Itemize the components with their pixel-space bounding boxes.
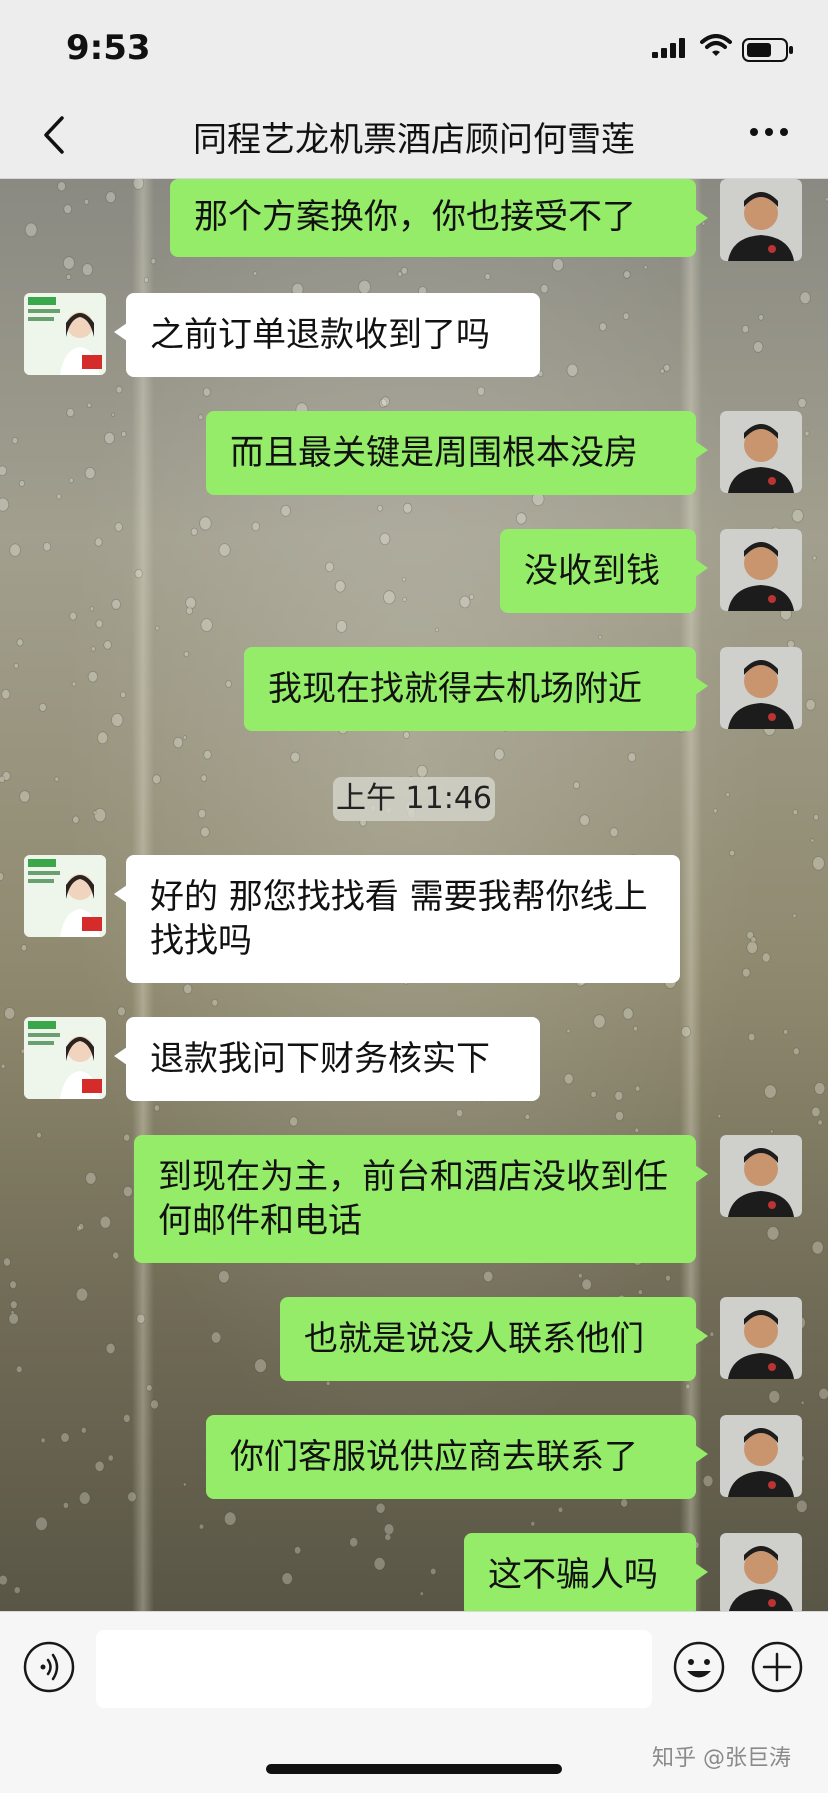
chat-area[interactable]: 那个方案换你，你也接受不了 之前订单退款收到了吗 而且最关键是周围根本没房 没收… bbox=[0, 179, 828, 1611]
message-bubble[interactable]: 之前订单退款收到了吗 bbox=[114, 293, 540, 377]
avatar-me[interactable] bbox=[720, 1533, 802, 1611]
back-chevron-icon[interactable] bbox=[36, 110, 76, 160]
avatar-me[interactable] bbox=[720, 411, 802, 493]
message-bubble[interactable]: 这不骗人吗 bbox=[464, 1533, 708, 1611]
avatar-me[interactable] bbox=[720, 647, 802, 729]
message-bubble[interactable]: 你们客服说供应商去联系了 bbox=[206, 1415, 708, 1499]
avatar-them[interactable] bbox=[24, 855, 106, 937]
avatar-me[interactable] bbox=[720, 1135, 802, 1217]
more-dots-icon[interactable] bbox=[744, 112, 794, 152]
avatar-them[interactable] bbox=[24, 1017, 106, 1099]
emoji-icon[interactable] bbox=[672, 1640, 726, 1694]
wifi-icon bbox=[700, 34, 732, 56]
message-bubble[interactable]: 而且最关键是周围根本没房 bbox=[206, 411, 708, 495]
watermark: 知乎 @张巨涛 bbox=[652, 1746, 791, 1771]
message-input[interactable] bbox=[96, 1630, 652, 1708]
message-bubble[interactable]: 我现在找就得去机场附近 bbox=[244, 647, 708, 731]
timestamp: 上午 11:46 bbox=[333, 777, 495, 821]
status-time: 9:53 bbox=[66, 28, 151, 68]
message-bubble[interactable]: 那个方案换你，你也接受不了 bbox=[170, 179, 708, 257]
message-bubble[interactable]: 退款我问下财务核实下 bbox=[114, 1017, 540, 1101]
avatar-them[interactable] bbox=[24, 293, 106, 375]
chat-title: 同程艺龙机票酒店顾问何雪莲 bbox=[193, 120, 635, 160]
message-bubble[interactable]: 没收到钱 bbox=[500, 529, 708, 613]
avatar-me[interactable] bbox=[720, 1297, 802, 1379]
avatar-me[interactable] bbox=[720, 1415, 802, 1497]
voice-icon[interactable] bbox=[22, 1640, 76, 1694]
plus-icon[interactable] bbox=[750, 1640, 804, 1694]
signal-icon bbox=[652, 38, 685, 58]
home-indicator bbox=[266, 1764, 562, 1774]
avatar-me[interactable] bbox=[720, 529, 802, 611]
battery-icon bbox=[742, 38, 793, 62]
message-bubble[interactable]: 好的 那您找找看 需要我帮你线上找找吗 bbox=[114, 855, 680, 983]
avatar-me[interactable] bbox=[720, 179, 802, 261]
message-bubble[interactable]: 也就是说没人联系他们 bbox=[280, 1297, 708, 1381]
message-bubble[interactable]: 到现在为主，前台和酒店没收到任何邮件和电话 bbox=[134, 1135, 708, 1263]
